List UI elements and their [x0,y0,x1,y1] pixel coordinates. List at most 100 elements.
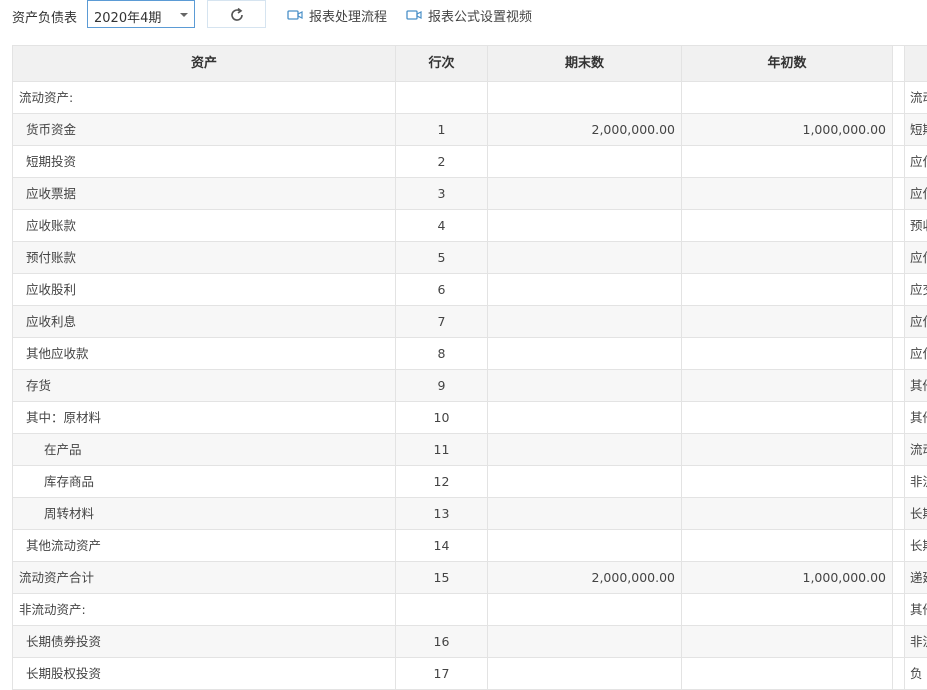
column-gap [892,658,904,689]
line-no-cell: 8 [395,338,487,369]
liability-cell: 其他 [904,594,927,625]
table-row: 其他流动资产14 长期 [12,530,927,562]
column-gap [892,402,904,433]
header-line-no: 行次 [395,46,487,81]
line-no-cell: 15 [395,562,487,593]
table-row: 流动资产: 流动负 [12,82,927,114]
table-row: 短期投资2 应付 [12,146,927,178]
chevron-down-icon [180,13,188,17]
begin-amount-cell[interactable] [681,82,892,113]
line-no-cell: 14 [395,530,487,561]
begin-amount-cell[interactable] [681,434,892,465]
header-end-amount: 期末数 [487,46,681,81]
begin-amount-cell[interactable] [681,274,892,305]
begin-amount-cell[interactable]: 1,000,000.00 [681,562,892,593]
begin-amount-cell[interactable] [681,466,892,497]
formula-video-link[interactable]: 报表公式设置视频 [406,6,546,25]
asset-cell: 长期股权投资 [12,658,395,689]
begin-amount-cell[interactable] [681,210,892,241]
end-amount-cell[interactable] [487,498,681,529]
asset-cell: 流动资产: [12,82,395,113]
begin-amount-cell[interactable] [681,530,892,561]
formula-video-link-label: 报表公式设置视频 [428,10,533,25]
begin-amount-cell[interactable] [681,146,892,177]
table-row: 应收票据3 应付 [12,178,927,210]
column-gap [892,82,904,113]
line-no-cell: 17 [395,658,487,689]
line-no-cell: 3 [395,178,487,209]
column-gap [892,338,904,369]
report-toolbar: 资产负债表 2020年4期 报表处理流程 报表公式设置视频 [0,0,927,30]
end-amount-cell[interactable] [487,306,681,337]
column-gap [892,114,904,145]
table-row: 周转材料13 长期 [12,498,927,530]
begin-amount-cell[interactable] [681,178,892,209]
begin-amount-cell[interactable] [681,402,892,433]
begin-amount-cell[interactable] [681,306,892,337]
end-amount-cell[interactable] [487,466,681,497]
begin-amount-cell[interactable]: 1,000,000.00 [681,114,892,145]
table-row: 预付账款5 应付 [12,242,927,274]
end-amount-cell[interactable]: 2,000,000.00 [487,114,681,145]
end-amount-cell[interactable] [487,146,681,177]
asset-cell: 流动资产合计 [12,562,395,593]
begin-amount-cell[interactable] [681,594,892,625]
asset-cell: 货币资金 [12,114,395,145]
line-no-cell: 13 [395,498,487,529]
liability-cell: 短期 [904,114,927,145]
begin-amount-cell[interactable] [681,658,892,689]
period-select[interactable]: 2020年4期 [87,0,195,28]
begin-amount-cell[interactable] [681,498,892,529]
table-row: 长期债券投资16 非流 [12,626,927,658]
end-amount-cell[interactable] [487,658,681,689]
begin-amount-cell[interactable] [681,338,892,369]
line-no-cell: 12 [395,466,487,497]
end-amount-cell[interactable] [487,530,681,561]
video-camera-icon [287,10,303,20]
begin-amount-cell[interactable] [681,626,892,657]
column-gap [892,530,904,561]
asset-cell: 长期债券投资 [12,626,395,657]
end-amount-cell[interactable] [487,82,681,113]
report-type-label: 资产负债表 [12,11,78,26]
table-row: 其他应收款8 应付 [12,338,927,370]
asset-cell: 应收利息 [12,306,395,337]
end-amount-cell[interactable] [487,434,681,465]
end-amount-cell[interactable] [487,402,681,433]
end-amount-cell[interactable]: 2,000,000.00 [487,562,681,593]
liability-cell: 应交 [904,274,927,305]
liability-cell: 长期 [904,498,927,529]
table-row: 非流动资产: 其他 [12,594,927,626]
column-gap [892,562,904,593]
column-gap [892,274,904,305]
line-no-cell: 11 [395,434,487,465]
table-body: 流动资产:流动负货币资金12,000,000.001,000,000.00短期短… [12,82,927,690]
asset-cell: 应收股利 [12,274,395,305]
end-amount-cell[interactable] [487,370,681,401]
column-gap [892,626,904,657]
balance-sheet-table: 资产 行次 期末数 年初数 流动资产:流动负货币资金12,000,000.001… [12,45,927,690]
column-gap [892,178,904,209]
asset-cell: 其他应收款 [12,338,395,369]
begin-amount-cell[interactable] [681,370,892,401]
line-no-cell: 5 [395,242,487,273]
end-amount-cell[interactable] [487,626,681,657]
end-amount-cell[interactable] [487,594,681,625]
liability-cell: 预收 [904,210,927,241]
end-amount-cell[interactable] [487,178,681,209]
line-no-cell: 6 [395,274,487,305]
column-gap [892,594,904,625]
asset-cell: 预付账款 [12,242,395,273]
asset-cell: 在产品 [12,434,395,465]
report-process-link[interactable]: 报表处理流程 [287,6,397,25]
refresh-button[interactable] [207,0,266,28]
end-amount-cell[interactable] [487,210,681,241]
line-no-cell [395,82,487,113]
end-amount-cell[interactable] [487,274,681,305]
column-gap [892,306,904,337]
end-amount-cell[interactable] [487,338,681,369]
liability-cell: 应付 [904,338,927,369]
begin-amount-cell[interactable] [681,242,892,273]
end-amount-cell[interactable] [487,242,681,273]
line-no-cell [395,594,487,625]
